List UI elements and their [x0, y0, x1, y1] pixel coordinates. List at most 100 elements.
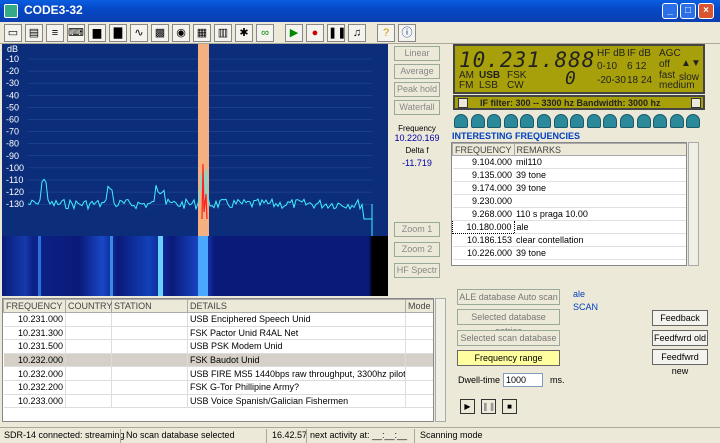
help-icon[interactable]: ?: [377, 24, 395, 42]
feedfwrd-new-button[interactable]: Feedfwrd new: [652, 349, 708, 376]
mode-cell[interactable]: [405, 394, 433, 409]
save-icon[interactable]: ▤: [25, 24, 43, 42]
list-item[interactable]: 10.226.000 39 tone: [452, 246, 686, 260]
hf-db-value-2[interactable]: -20-30: [597, 75, 626, 86]
freq-cell[interactable]: 10.231.300: [3, 326, 66, 341]
details-cell[interactable]: USB Enciphered Speech Unid: [187, 312, 406, 327]
remarks-cell[interactable]: 39 tone: [514, 181, 686, 195]
preset-button[interactable]: [669, 114, 684, 128]
hf-db-value-1[interactable]: 0-10: [597, 61, 617, 72]
remarks-cell[interactable]: clear contellation: [514, 233, 686, 247]
feedback-button[interactable]: Feedback: [652, 310, 708, 326]
waterfall-display[interactable]: [2, 236, 388, 296]
frequency-range-button[interactable]: Frequency range: [457, 350, 560, 366]
ale-autoscan-button[interactable]: ALE database Auto scan: [457, 289, 560, 305]
mode-cell[interactable]: [405, 366, 433, 381]
spectrum-display[interactable]: dB -10 -20 -30 -40 -50 -60 -70 -80 -90 -100 -110 -12…: [2, 44, 388, 236]
remarks-cell[interactable]: 39 tone: [514, 246, 686, 260]
wave-icon[interactable]: ∿: [130, 24, 148, 42]
mode-cell[interactable]: [405, 339, 433, 354]
preset-button[interactable]: [487, 114, 502, 128]
station-cell[interactable]: [111, 394, 188, 409]
freq-cell[interactable]: 10.232.200: [3, 380, 66, 395]
freq-cell[interactable]: 9.230.000: [452, 194, 515, 208]
agc-up-icon[interactable]: ▲: [681, 58, 691, 69]
if-db-value-2[interactable]: 18 24: [627, 75, 652, 86]
average-button[interactable]: Average: [394, 64, 440, 79]
freq-cell[interactable]: 10.231.500: [3, 339, 66, 354]
zoom2-button[interactable]: Zoom 2: [394, 242, 440, 257]
mode-cell[interactable]: [405, 353, 433, 368]
country-cell[interactable]: [65, 380, 112, 395]
col-frequency[interactable]: FREQUENCY: [3, 299, 66, 313]
freq-cell[interactable]: 9.174.000: [452, 181, 515, 195]
table-row[interactable]: 10.231.500 USB PSK Modem Unid: [3, 339, 433, 354]
play-icon[interactable]: ▶: [285, 24, 303, 42]
list-item[interactable]: 9.230.000: [452, 194, 686, 208]
freq-cell[interactable]: 10.232.000: [3, 366, 66, 381]
minimize-button[interactable]: _: [662, 3, 678, 19]
agc-medium[interactable]: medium: [659, 80, 695, 91]
col-details[interactable]: DETAILS: [187, 299, 406, 313]
list-item[interactable]: 9.104.000 mil110: [452, 155, 686, 169]
country-cell[interactable]: [65, 312, 112, 327]
preset-button[interactable]: [454, 114, 468, 128]
preset-button[interactable]: [620, 114, 634, 128]
mode-fm[interactable]: FM: [459, 80, 473, 91]
record-icon[interactable]: ●: [306, 24, 324, 42]
if-left-toggle[interactable]: [458, 98, 468, 108]
scan-stop-button[interactable]: ■: [502, 399, 517, 414]
preset-button[interactable]: [470, 114, 485, 128]
table-row[interactable]: 10.231.300 FSK Pactor Unid R4AL Net: [3, 326, 433, 341]
preset-button[interactable]: [603, 114, 618, 128]
linear-button[interactable]: Linear: [394, 46, 440, 61]
freq-cell[interactable]: 9.135.000: [452, 168, 515, 182]
table-icon[interactable]: ▥: [214, 24, 232, 42]
list-icon[interactable]: ≡: [46, 24, 64, 42]
country-cell[interactable]: [65, 366, 112, 381]
country-cell[interactable]: [65, 326, 112, 341]
country-cell[interactable]: [65, 353, 112, 368]
link-icon[interactable]: ∞: [256, 24, 274, 42]
pause-icon[interactable]: ❚❚: [327, 24, 346, 42]
station-cell[interactable]: [111, 312, 188, 327]
if-db-value-1[interactable]: 6 12: [627, 61, 646, 72]
table-row[interactable]: 10.232.000 FSK Baudot Unid: [3, 353, 433, 368]
freq-cell[interactable]: 10.180.000: [452, 220, 515, 234]
freq-cell[interactable]: 10.233.000: [3, 394, 66, 409]
zoom1-button[interactable]: Zoom 1: [394, 222, 440, 237]
preset-button[interactable]: [636, 114, 651, 128]
freq-cell[interactable]: 10.232.000: [3, 353, 66, 368]
remarks-cell[interactable]: ale: [514, 220, 686, 234]
frequency-database-table[interactable]: FREQUENCY COUNTRY STATION DETAILS Mode 1…: [2, 298, 434, 422]
agc-down-icon[interactable]: ▼: [691, 58, 701, 69]
station-cell[interactable]: [111, 353, 188, 368]
dwell-input[interactable]: [503, 373, 543, 387]
keyboard-icon[interactable]: ⌨: [67, 24, 85, 42]
list-item[interactable]: 10.186.153 clear contellation: [452, 233, 686, 247]
bars-icon[interactable]: ▇: [109, 24, 127, 42]
details-cell[interactable]: FSK G-Tor Phillipine Army?: [187, 380, 406, 395]
col-country[interactable]: COUNTRY: [65, 299, 112, 313]
list-item[interactable]: 9.268.000 110 s praga 10.00: [452, 207, 686, 221]
mode-cell[interactable]: [405, 380, 433, 395]
freq-cell[interactable]: 10.186.153: [452, 233, 515, 247]
maximize-button[interactable]: □: [680, 3, 696, 19]
col-remarks[interactable]: REMARKS: [513, 143, 686, 156]
interesting-scrollbar[interactable]: [688, 142, 699, 266]
table-row[interactable]: 10.232.000 USB FIRE MS5 1440bps raw throu…: [3, 366, 433, 381]
remarks-cell[interactable]: [514, 194, 686, 208]
preset-button[interactable]: [503, 114, 518, 128]
station-cell[interactable]: [111, 326, 188, 341]
preset-button[interactable]: [586, 114, 601, 128]
table-row[interactable]: 10.232.200 FSK G-Tor Phillipine Army?: [3, 380, 433, 395]
remarks-cell[interactable]: 39 tone: [514, 168, 686, 182]
mode-lsb[interactable]: LSB: [479, 80, 498, 91]
table-row[interactable]: 10.233.000 USB Voice Spanish/Galician Fis…: [3, 394, 433, 409]
freq-cell[interactable]: 9.268.000: [452, 207, 515, 221]
spectrum-icon[interactable]: ▆: [88, 24, 106, 42]
details-cell[interactable]: USB PSK Modem Unid: [187, 339, 406, 354]
details-cell[interactable]: USB Voice Spanish/Galician Fishermen: [187, 394, 406, 409]
selected-scan-db-button[interactable]: Selected scan database: [457, 330, 560, 346]
camera-icon[interactable]: ◉: [172, 24, 190, 42]
